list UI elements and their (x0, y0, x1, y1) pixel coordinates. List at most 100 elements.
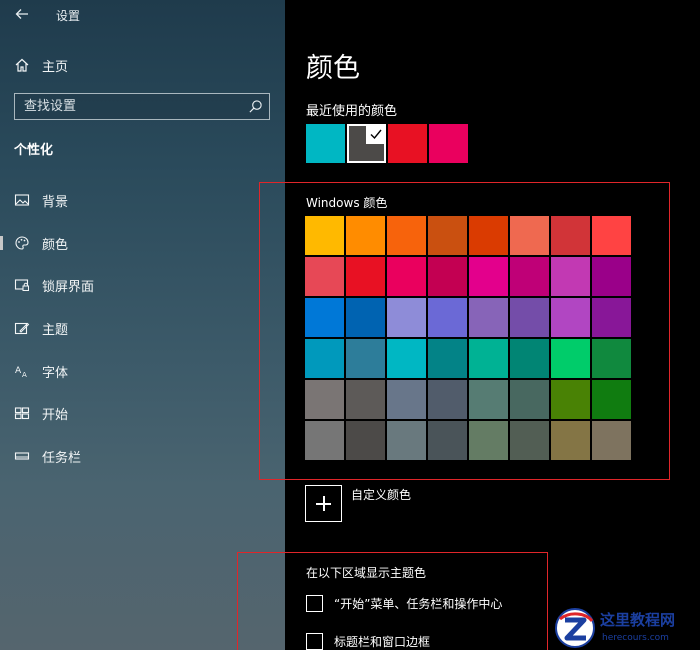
color-swatch[interactable] (346, 339, 385, 378)
taskbar-icon (14, 452, 30, 460)
color-swatch[interactable] (387, 380, 426, 419)
color-swatch[interactable] (469, 216, 508, 255)
color-swatch[interactable] (387, 298, 426, 337)
color-swatch[interactable] (551, 216, 590, 255)
color-swatch[interactable] (510, 298, 549, 337)
app-title: 设置 (56, 9, 81, 23)
sidebar-item-label: 锁屏界面 (42, 279, 95, 295)
watermark-logo-icon (555, 608, 595, 648)
color-swatch[interactable] (551, 339, 590, 378)
title-bar: 设置 (0, 0, 285, 30)
color-swatch[interactable] (305, 380, 344, 419)
color-swatch[interactable] (592, 298, 631, 337)
color-swatch[interactable] (305, 421, 344, 460)
color-swatch[interactable] (428, 339, 467, 378)
show-accent-label: 在以下区域显示主题色 (306, 566, 427, 580)
sidebar-item-themes[interactable]: 主题 (0, 313, 285, 343)
lock-screen-icon (14, 279, 29, 291)
sidebar-item-start[interactable]: 开始 (0, 398, 285, 428)
color-swatch[interactable] (469, 257, 508, 296)
sidebar-item-fonts[interactable]: A A 字体 (0, 356, 285, 386)
color-swatch[interactable] (551, 298, 590, 337)
windows-colors-label: Windows 颜色 (306, 196, 388, 210)
color-swatch[interactable] (387, 216, 426, 255)
color-swatch[interactable] (387, 421, 426, 460)
color-swatch[interactable] (469, 380, 508, 419)
color-swatch[interactable] (346, 421, 385, 460)
start-taskbar-action-center-checkbox-row[interactable]: “开始”菜单、任务栏和操作中心 (306, 595, 502, 612)
color-swatch[interactable] (387, 257, 426, 296)
custom-color-button[interactable]: 自定义颜色 (305, 485, 411, 522)
color-swatch[interactable] (469, 339, 508, 378)
color-swatch[interactable] (305, 216, 344, 255)
color-swatch[interactable] (469, 421, 508, 460)
sidebar-item-background[interactable]: 背景 (0, 185, 285, 215)
sidebar-item-label: 开始 (42, 407, 69, 423)
color-swatch[interactable] (346, 298, 385, 337)
recent-color-swatch[interactable] (306, 124, 345, 163)
color-swatch[interactable] (305, 298, 344, 337)
recent-color-swatch[interactable] (347, 124, 386, 163)
theme-icon (14, 322, 30, 335)
sidebar: 设置 主页 个性化 背景 颜色 (0, 0, 285, 650)
back-arrow-icon[interactable] (14, 6, 30, 22)
color-swatch[interactable] (305, 339, 344, 378)
color-swatch[interactable] (592, 339, 631, 378)
color-swatch[interactable] (510, 216, 549, 255)
recent-colors (306, 124, 468, 163)
sidebar-item-label: 颜色 (42, 237, 69, 253)
watermark: 这里教程网 herecours.com (552, 605, 698, 649)
color-swatch[interactable] (551, 257, 590, 296)
main-panel: 颜色 最近使用的颜色 Windows 颜色 自定义颜色 在以下区域显示主题色 “… (285, 0, 700, 650)
color-swatch[interactable] (346, 257, 385, 296)
color-swatch[interactable] (428, 380, 467, 419)
color-swatch[interactable] (592, 216, 631, 255)
color-swatch[interactable] (305, 257, 344, 296)
color-swatch[interactable] (469, 298, 508, 337)
windows-color-palette (305, 216, 633, 460)
search-input[interactable] (15, 94, 240, 119)
sidebar-item-colors[interactable]: 颜色 (0, 228, 285, 258)
custom-color-label: 自定义颜色 (351, 488, 412, 502)
color-swatch[interactable] (592, 421, 631, 460)
sidebar-item-lock-screen[interactable]: 锁屏界面 (0, 270, 285, 300)
recent-color-swatch[interactable] (429, 124, 468, 163)
color-swatch[interactable] (428, 216, 467, 255)
color-swatch[interactable] (428, 421, 467, 460)
search-icon[interactable] (248, 99, 263, 114)
title-bars-checkbox-row[interactable]: 标题栏和窗口边框 (306, 633, 430, 650)
color-swatch[interactable] (551, 421, 590, 460)
palette-icon (15, 236, 29, 250)
checkmark-icon (366, 124, 386, 144)
home-icon (15, 58, 29, 72)
recent-colors-label: 最近使用的颜色 (306, 104, 398, 119)
search-box[interactable] (14, 93, 270, 120)
color-swatch[interactable] (510, 421, 549, 460)
checkbox-label: “开始”菜单、任务栏和操作中心 (334, 597, 503, 611)
color-swatch[interactable] (428, 257, 467, 296)
color-swatch[interactable] (387, 339, 426, 378)
title-bars-checkbox[interactable] (306, 633, 323, 650)
color-swatch[interactable] (428, 298, 467, 337)
color-swatch[interactable] (592, 257, 631, 296)
selection-indicator (0, 236, 3, 250)
recent-color-swatch[interactable] (388, 124, 427, 163)
sidebar-item-taskbar[interactable]: 任务栏 (0, 441, 285, 471)
color-swatch[interactable] (346, 380, 385, 419)
color-swatch[interactable] (510, 257, 549, 296)
sidebar-item-label: 主页 (42, 59, 69, 75)
color-swatch[interactable] (551, 380, 590, 419)
image-icon (14, 194, 30, 206)
checkbox-label: 标题栏和窗口边框 (334, 635, 431, 649)
color-swatch[interactable] (346, 216, 385, 255)
start-taskbar-action-center-checkbox[interactable] (306, 595, 323, 612)
svg-text:A: A (22, 371, 27, 379)
color-swatch[interactable] (510, 339, 549, 378)
color-swatch[interactable] (510, 380, 549, 419)
watermark-url: herecours.com (602, 633, 669, 643)
sidebar-item-label: 背景 (42, 194, 69, 210)
sidebar-item-home[interactable]: 主页 (0, 52, 285, 78)
plus-icon[interactable] (305, 485, 342, 522)
sidebar-item-label: 字体 (42, 365, 69, 381)
color-swatch[interactable] (592, 380, 631, 419)
